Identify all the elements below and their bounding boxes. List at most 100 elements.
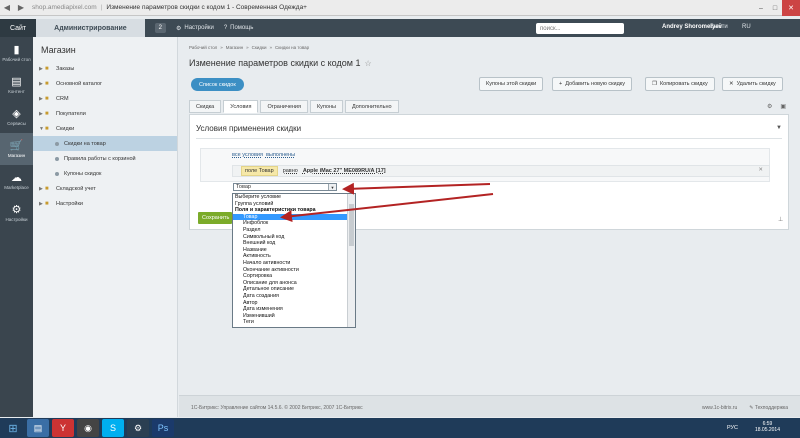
coupons-label: Купоны этой скидки <box>486 81 537 87</box>
condition-value[interactable]: Apple iMac 27" ME089RU/A [17] <box>303 168 386 174</box>
save-button[interactable]: Сохранить <box>198 212 232 224</box>
coupons-button[interactable]: Купоны этой скидки <box>479 77 544 91</box>
copy-discount-label: Копировать скидку <box>659 81 708 87</box>
tree-item[interactable]: ▼ ■ Скидки <box>33 121 177 136</box>
tree-item[interactable]: Правила работы с корзиной <box>33 151 177 166</box>
dropdown-option[interactable]: Сортировка <box>233 273 355 280</box>
tab-0[interactable]: Скидка <box>189 100 222 113</box>
star-icon[interactable]: ☆ <box>364 59 371 68</box>
minimize-icon[interactable]: – <box>754 0 768 16</box>
browser-page-title: Изменение параметров скидки с кодом 1 - … <box>106 4 307 11</box>
tree-item-label: Скидки <box>56 125 75 132</box>
close-icon[interactable]: ✕ <box>782 0 800 16</box>
sidebar-item-2[interactable]: ◈ Сервисы <box>0 101 33 133</box>
site-tab[interactable]: Сайт <box>0 19 37 37</box>
dropdown-option[interactable]: Группа условий <box>233 201 355 208</box>
sidebar-item-3[interactable]: 🛒 Магазин <box>0 133 33 165</box>
media-icon[interactable]: ◉ <box>77 419 99 437</box>
expand-icon[interactable]: ▣ <box>780 103 786 110</box>
breadcrumb-item[interactable]: Рабочий стол <box>189 45 217 50</box>
settings-link[interactable]: ⚙ Настройки <box>176 25 214 32</box>
dropdown-option[interactable]: Дата создания <box>233 293 355 300</box>
help-link[interactable]: ? Помощь <box>224 25 254 31</box>
dropdown-option[interactable]: Описание для анонса <box>233 280 355 287</box>
fulfilled-link[interactable]: выполнены <box>266 152 295 158</box>
scrollbar-thumb[interactable] <box>349 204 354 246</box>
dropdown-option[interactable]: Автор <box>233 300 355 307</box>
pin-icon[interactable]: ⊥ <box>778 216 783 223</box>
start-icon[interactable]: ⊞ <box>2 419 24 437</box>
logout-link[interactable]: Выйти <box>710 24 728 30</box>
condition-operator[interactable]: равно <box>283 168 298 174</box>
maximize-icon[interactable]: □ <box>768 0 782 16</box>
photoshop-icon[interactable]: Ps <box>152 419 174 437</box>
skype-icon[interactable]: S <box>102 419 124 437</box>
tab-3[interactable]: Купоны <box>309 100 343 113</box>
delete-icon: ✕ <box>729 81 734 87</box>
dropdown-option[interactable]: Начало активности <box>233 260 355 267</box>
footer-support-link[interactable]: ✎ Техподдержка <box>749 405 788 411</box>
keyboard-language[interactable]: РУС <box>727 425 738 431</box>
dropdown-option[interactable]: Окончание активности <box>233 267 355 274</box>
yandex-browser-icon[interactable]: Y <box>52 419 74 437</box>
language-selector[interactable]: RU <box>742 24 751 30</box>
tab-4[interactable]: Дополнительно <box>344 100 399 113</box>
dropdown-option[interactable]: Детальное описание <box>233 286 355 293</box>
file-manager-icon[interactable]: ▤ <box>27 419 49 437</box>
tree-item[interactable]: ▶ ■ CRM <box>33 91 177 106</box>
clock[interactable]: 6:59 18.05.2014 <box>755 421 780 433</box>
tree-item[interactable]: ▶ ■ Складской учет <box>33 181 177 196</box>
sidebar-item-4[interactable]: ☁ Marketplace <box>0 165 33 197</box>
tree-item[interactable]: ▶ ■ Настройки <box>33 196 177 211</box>
dropdown-option[interactable]: Инфоблок <box>233 220 355 227</box>
sidebar-item-5[interactable]: ⚙ Настройки <box>0 197 33 229</box>
dropdown-option[interactable]: Изменивший <box>233 313 355 320</box>
dropdown-option[interactable]: Теги <box>233 319 355 326</box>
tree-item[interactable]: ▶ ■ Покупатели <box>33 106 177 121</box>
tree-item[interactable]: ▶ ■ Заказы <box>33 61 177 76</box>
dropdown-option[interactable]: Товар <box>233 213 355 221</box>
dropdown-option[interactable]: Внешний код <box>233 240 355 247</box>
copy-discount-button[interactable]: ❐ Копировать скидку <box>645 77 715 91</box>
back-icon[interactable]: ◀ <box>0 1 14 15</box>
discount-list-button[interactable]: Список скидок <box>191 78 244 91</box>
copy-icon: ❐ <box>652 81 657 87</box>
dropdown-option[interactable]: Выберите условие <box>233 194 355 201</box>
tree-item[interactable]: Скидки на товар <box>33 136 177 151</box>
search-input[interactable]: поиск... <box>536 23 624 34</box>
dropdown-option[interactable]: Раздел <box>233 227 355 234</box>
tree-item[interactable]: Купоны скидок <box>33 166 177 181</box>
browser-url[interactable]: shop.amediapixel.com <box>32 4 97 11</box>
forward-icon[interactable]: ▶ <box>14 1 28 15</box>
steam-icon[interactable]: ⚙ <box>127 419 149 437</box>
tab-2[interactable]: Ограничения <box>260 100 308 113</box>
breadcrumb: Рабочий стол» Магазин» Скидки» Скидки на то… <box>189 45 309 50</box>
remove-condition-icon[interactable]: ✕ <box>758 167 763 173</box>
tree-item[interactable]: ▶ ■ Основной каталог <box>33 76 177 91</box>
footer-site-link[interactable]: www.1c-bitrix.ru <box>702 405 737 411</box>
folder-icon: ■ <box>45 65 49 72</box>
sidebar-item-0[interactable]: ▮ Рабочий стол <box>0 37 33 69</box>
all-conditions-link[interactable]: все условия <box>232 152 263 158</box>
delete-discount-button[interactable]: ✕ Удалить скидку <box>722 77 783 91</box>
page-title-text: Изменение параметров скидки с кодом 1 <box>189 58 361 68</box>
collapse-icon[interactable]: ▼ <box>776 125 782 131</box>
panel-title: Условия применения скидки <box>196 124 302 133</box>
help-icon: ? <box>223 25 228 31</box>
admin-tab[interactable]: Администрирование <box>36 19 145 37</box>
dropdown-option[interactable]: Название <box>233 247 355 254</box>
condition-dropdown[interactable]: Выберите условие Группа условий Поля и хар… <box>232 193 356 328</box>
breadcrumb-item[interactable]: Магазин <box>226 45 243 50</box>
dropdown-scrollbar[interactable] <box>347 194 355 327</box>
notifications-badge[interactable]: 2 <box>154 23 166 33</box>
add-discount-button[interactable]: + Добавить новую скидку <box>552 77 633 91</box>
condition-field[interactable]: поле Товар <box>241 166 278 176</box>
breadcrumb-item[interactable]: Скидки <box>252 45 267 50</box>
dropdown-option[interactable]: Дата изменения <box>233 306 355 313</box>
condition-select[interactable]: Товар ▼ <box>233 183 337 191</box>
sidebar-item-1[interactable]: ▤ Контент <box>0 69 33 101</box>
gear-icon[interactable]: ⚙ <box>767 103 772 110</box>
breadcrumb-item[interactable]: Скидки на товар <box>275 45 309 50</box>
tab-1[interactable]: Условия <box>223 100 259 113</box>
dropdown-option[interactable]: Активность <box>233 253 355 260</box>
